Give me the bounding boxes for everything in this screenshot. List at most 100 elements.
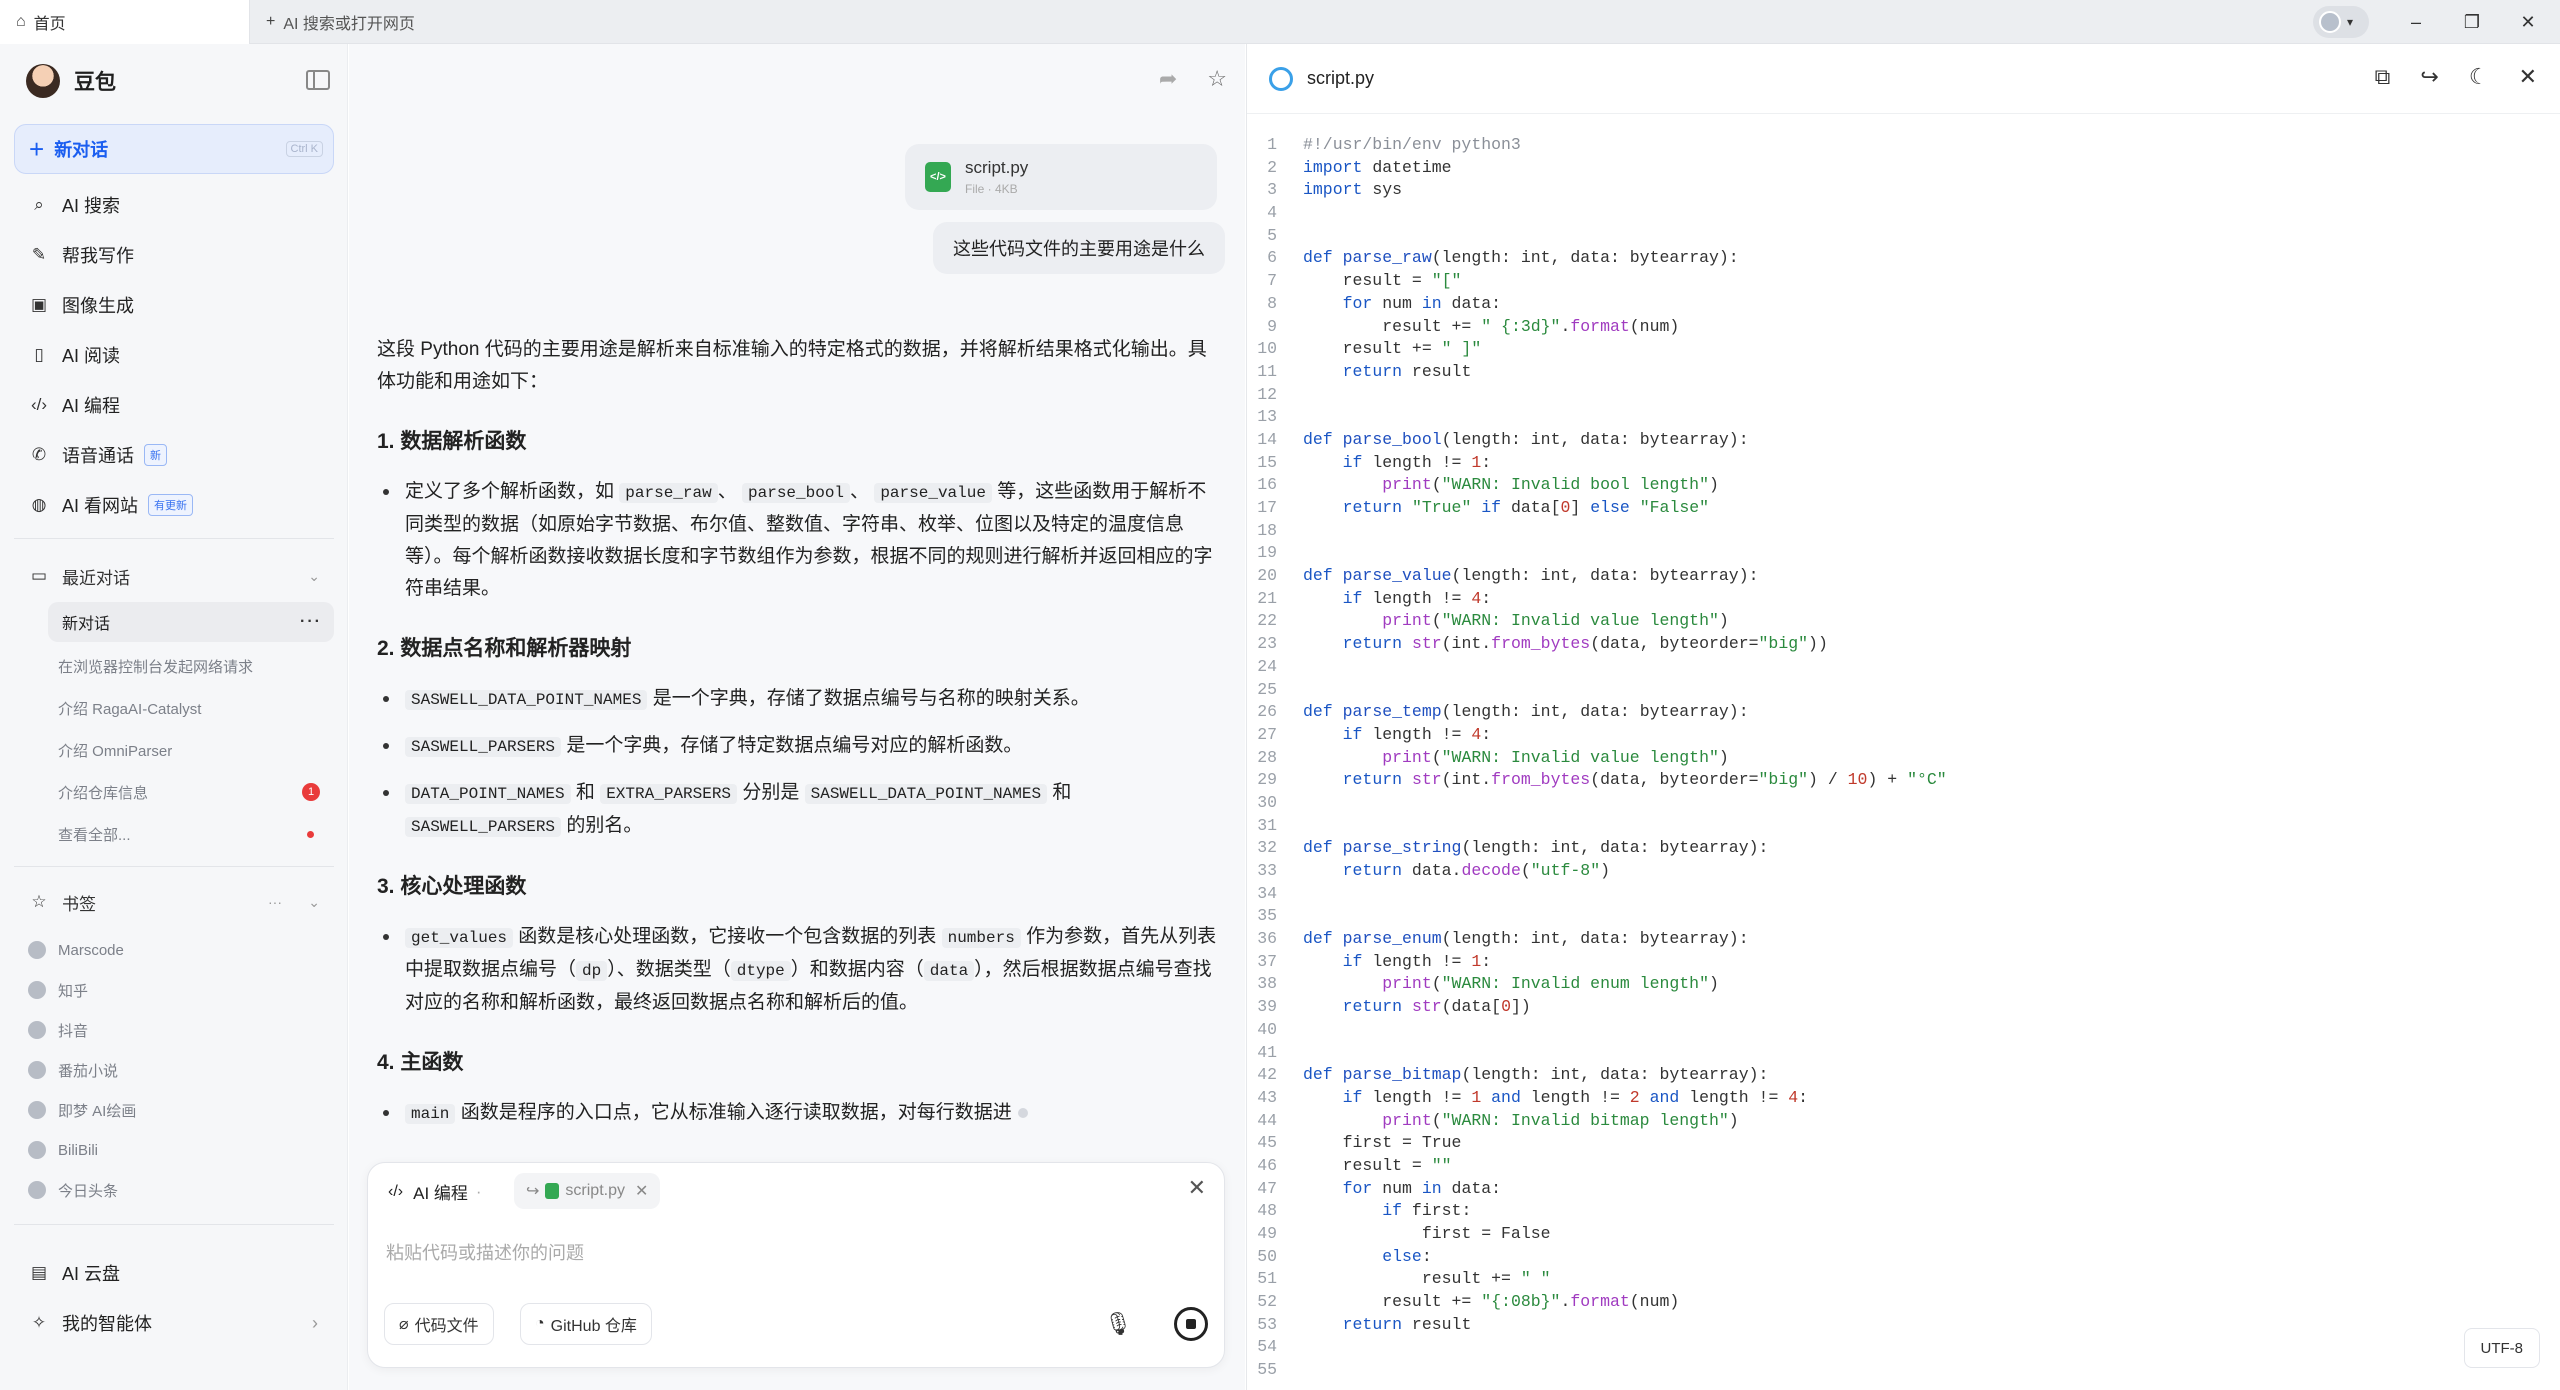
code-line: 28 print("WARN: Invalid value length") [1257,747,1729,767]
code-line: 22 print("WARN: Invalid value length") [1257,611,1729,631]
bookmark-item[interactable]: 今日头条 [28,1170,328,1210]
close-icon[interactable]: ✕ [2519,64,2537,90]
minimize-button[interactable]: – [2388,0,2444,44]
bullet-list: SASWELL_DATA_POINT_NAMES 是一个字典，存储了数据点编号与… [377,683,1217,843]
sparkle-icon: ✧ [31,1313,47,1332]
globe-icon [28,1061,46,1079]
microphone-icon[interactable]: 🎙 [1104,1311,1132,1337]
code-line: 54 [1257,1337,1277,1357]
inline-code: dp [576,961,608,981]
attached-file-card[interactable]: </> script.py File · 4KB [905,144,1217,210]
star-icon[interactable]: ☆ [1207,66,1227,92]
bookmark-item[interactable]: 抖音 [28,1010,328,1050]
copy-icon[interactable]: ⧉ [2375,64,2391,90]
brand[interactable]: 豆包 [26,64,116,98]
forward-icon[interactable]: ↪ [2420,64,2438,90]
code-line: 32 def parse_string(length: int, data: by… [1257,838,1769,858]
code-file-button[interactable]: ⌀ 代码文件 [384,1303,494,1345]
inline-code: SASWELL_DATA_POINT_NAMES [804,784,1048,804]
chevron-down-icon: ▾ [2347,15,2354,29]
inline-code: parse_bool [742,483,851,503]
new-chat-button[interactable]: + 新对话 Ctrl K [14,124,334,174]
bookmark-item[interactable]: 即梦 AI绘画 [28,1090,328,1130]
sidebar-item-voice[interactable]: ✆ 语音通话新 [14,432,334,478]
code-line: 34 [1257,883,1277,903]
code-line: 18 [1257,520,1277,540]
attached-file-chip[interactable]: ↪ script.py ✕ [514,1173,661,1209]
code-line: 55 [1257,1360,1277,1380]
chevron-down-icon: ⌄ [308,567,320,584]
share-icon[interactable]: ➦ [1159,66,1177,92]
bookmark-item[interactable]: Marscode [28,930,328,970]
tab-new[interactable]: + AI 搜索或打开网页 [262,0,415,44]
code-line: 6 def parse_raw(length: int, data: bytear… [1267,248,1739,268]
stop-generating-button[interactable] [1174,1307,1208,1341]
section-heading: 2. 数据点名称和解析器映射 [377,637,632,660]
theme-toggle-icon[interactable]: ☾ [2469,64,2489,90]
text: ）和数据内容（ [790,959,924,980]
close-window-button[interactable]: ✕ [2500,0,2556,44]
close-icon[interactable]: ✕ [635,1181,648,1201]
bookmarks-header[interactable]: ☆ 书签 ··· ⌄ [14,882,334,922]
code-line: 12 [1257,384,1277,404]
maximize-button[interactable]: ❐ [2444,0,2500,44]
list-item: DATA_POINT_NAMES 和 EXTRA_PARSERS 分别是 SAS… [377,777,1217,843]
python-file-icon [545,1183,560,1199]
text: 函数是核心处理函数，它接收一个包含数据的列表 [518,926,937,947]
bookmark-item[interactable]: BiliBili [28,1130,328,1170]
inline-code: get_values [405,928,514,948]
bullet-list: main 函数是程序的入口点，它从标准输入逐行读取数据，对每行数据进 [377,1097,1217,1130]
sidebar-item-reading[interactable]: ▯ AI 阅读 [14,332,334,378]
paperclip-icon: ⌀ [399,1316,409,1333]
sidebar-item-web[interactable]: ◍ AI 看网站 有更新 [14,482,334,528]
view-all-chats[interactable]: 查看全部... [44,814,334,854]
close-mode-button[interactable]: ✕ [1188,1175,1206,1201]
sidebar-item-agents[interactable]: ✧ 我的智能体 › [14,1300,334,1346]
recent-chats-header[interactable]: ▭ 最近对话 ⌄ [14,556,334,596]
recent-chat-item[interactable]: 介绍 RagaAI-Catalyst [44,688,334,728]
bullet-list: get_values 函数是核心处理函数，它接收一个包含数据的列表 number… [377,921,1217,1019]
code-line: 1 #!/usr/bin/env python3 [1267,135,1521,154]
sidebar-item-cloud[interactable]: ▤ AI 云盘 [14,1250,334,1296]
sidebar-item-writing[interactable]: ✎ 帮我写作 [14,232,334,278]
bookmark-item[interactable]: 知乎 [28,970,328,1010]
text: 、 [850,481,870,502]
code-line: 36 def parse_enum(length: int, data: byte… [1257,929,1749,949]
github-repo-button[interactable]: ◔ GitHub 仓库 [520,1303,652,1345]
pen-icon: ✎ [31,245,47,264]
user-avatar-menu[interactable]: ▾ [2313,6,2369,38]
collapse-sidebar-icon[interactable] [306,70,330,90]
code-line: 46 result = "" [1257,1155,1452,1175]
mode-selector[interactable]: ‹/› AI 编程 · [388,1179,482,1204]
sidebar-item-image[interactable]: ▣ 图像生成 [14,282,334,328]
code-line: 25 [1257,679,1277,699]
recent-chat-item[interactable]: 新对话 ··· [48,602,334,642]
code-line: 26 def parse_temp(length: int, data: byte… [1257,702,1749,722]
file-meta: File · 4KB [965,182,1018,196]
inline-code: main [405,1104,456,1124]
code-icon: ‹/› [388,1182,404,1200]
recent-chat-item[interactable]: 在浏览器控制台发起网络请求 [44,646,334,686]
code-line: 47 for num in data: [1257,1178,1502,1198]
more-icon[interactable]: ··· [268,894,282,910]
sidebar-item-ai-search[interactable]: ⌕ AI 搜索 [14,182,334,228]
sidebar-item-coding[interactable]: ‹/› AI 编程 [14,382,334,428]
bookmark-item[interactable]: 番茄小说 [28,1050,328,1090]
recent-chat-item[interactable]: 介绍 OmniParser [44,730,334,770]
code-line: 15 if length != 1: [1257,452,1492,472]
notification-badge: 1 [302,783,320,801]
shortcut-hint: Ctrl K [285,141,323,157]
tab-home[interactable]: ⌂ 首页 [0,0,250,44]
inline-code: SASWELL_DATA_POINT_NAMES [405,690,648,710]
code-line: 8 for num in data: [1267,293,1502,313]
code-line: 16 print("WARN: Invalid bool length") [1257,475,1719,495]
recent-chat-item[interactable]: 介绍仓库信息 1 [44,772,334,812]
book-icon: ▯ [34,345,44,364]
more-icon[interactable]: ··· [300,613,322,631]
btn-label: GitHub 仓库 [550,1318,637,1335]
python-logo-icon [1269,66,1293,91]
list-item: get_values 函数是核心处理函数，它接收一个包含数据的列表 number… [377,921,1217,1019]
encoding-indicator[interactable]: UTF-8 [2463,1328,2540,1368]
divider [14,866,334,867]
chat-input[interactable] [386,1243,1166,1264]
